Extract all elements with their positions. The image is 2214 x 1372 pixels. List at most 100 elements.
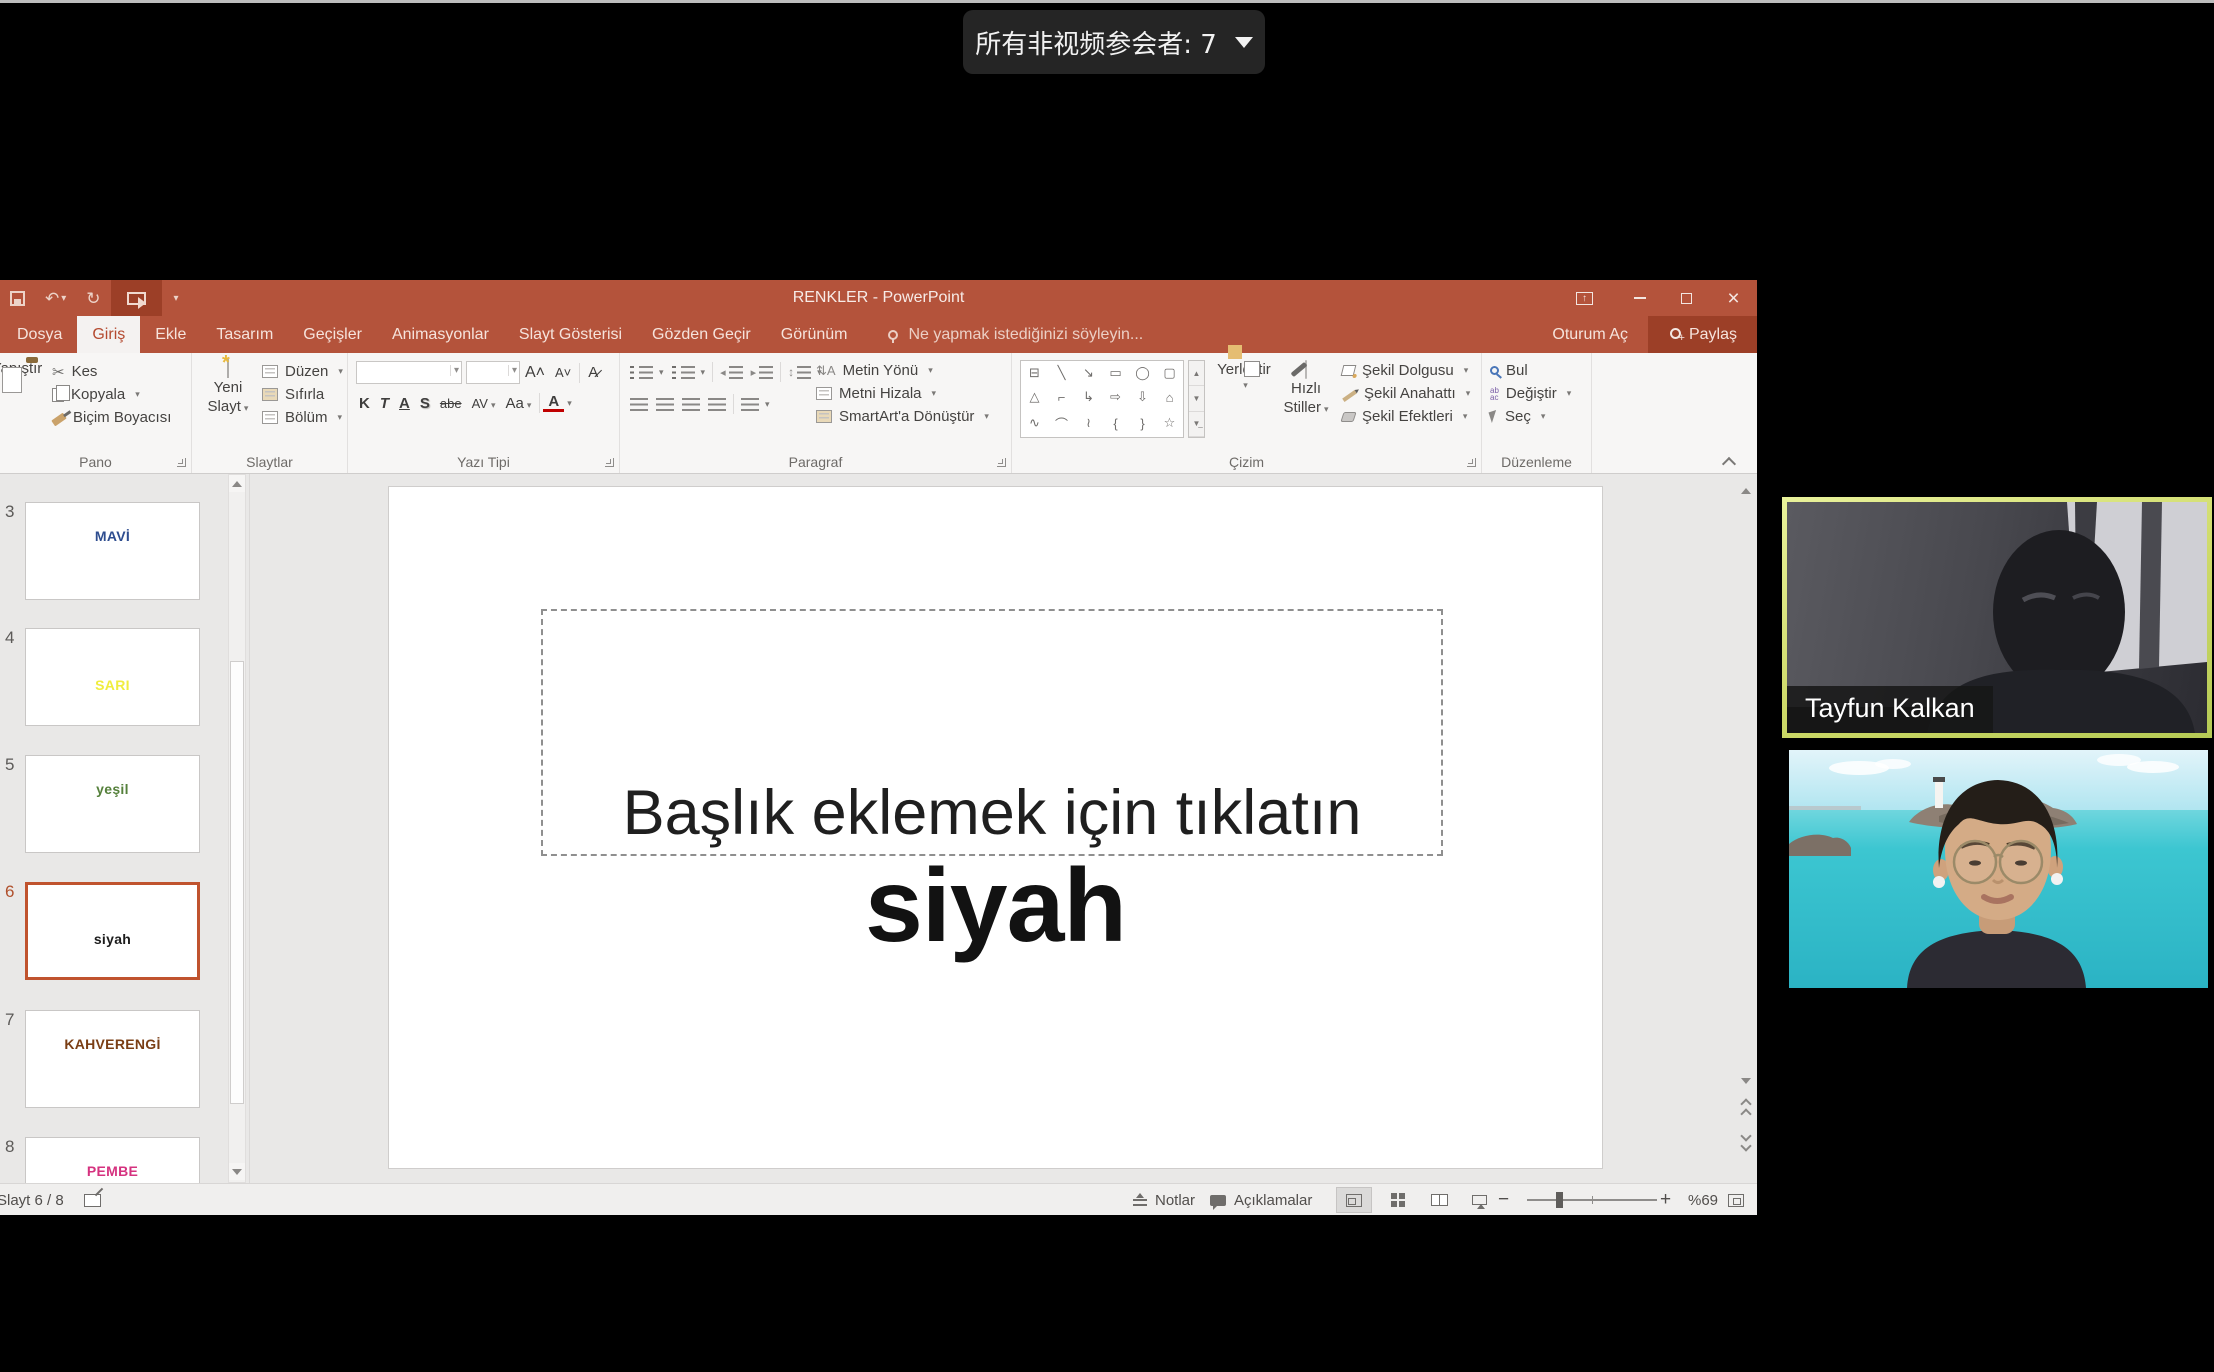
font-name-combo[interactable]	[356, 361, 462, 384]
shape-freeform[interactable]: ⌂	[1156, 385, 1183, 409]
clear-formatting-button[interactable]: A̷	[583, 364, 603, 381]
shape-oval[interactable]: ◯	[1129, 361, 1156, 385]
shape-block-arrow-down[interactable]: ⇩	[1129, 385, 1156, 409]
find-button[interactable]: Bul	[1490, 359, 1571, 382]
slide-thumbnail-3[interactable]: MAVİ	[25, 502, 200, 600]
participants-dropdown-button[interactable]: 所有非视频参会者: 7	[963, 10, 1265, 74]
new-slide-button[interactable]: Yeni Slayt▾	[198, 360, 258, 416]
shape-brace-left[interactable]: {	[1102, 410, 1129, 437]
zoom-in-button[interactable]: +	[1660, 1184, 1671, 1216]
shape-effects-button[interactable]: Şekil Efektleri▾	[1342, 405, 1470, 428]
tab-slayt-gosterisi[interactable]: Slayt Gösterisi	[504, 316, 637, 353]
align-right-button[interactable]	[678, 398, 704, 411]
fit-to-window-button[interactable]	[1728, 1184, 1744, 1216]
italic-button[interactable]: T	[375, 395, 394, 412]
shape-textbox[interactable]: ⊟	[1021, 361, 1048, 385]
zoom-slider-thumb[interactable]	[1556, 1192, 1563, 1208]
font-color-button[interactable]: A	[543, 395, 564, 412]
layout-button[interactable]: Düzen▾	[262, 360, 343, 383]
copy-button[interactable]: Kopyala▾	[52, 383, 171, 406]
convert-smartart-button[interactable]: SmartArt'a Dönüştür▾	[816, 405, 989, 428]
increase-indent-button[interactable]: ▸	[747, 366, 778, 379]
slide-canvas[interactable]: Başlık eklemek için tıklatın siyah	[388, 486, 1603, 1169]
tab-giris[interactable]: Giriş	[77, 316, 140, 353]
scroll-up-button[interactable]	[1735, 480, 1756, 502]
shrink-font-button[interactable]: A˅	[550, 365, 576, 380]
slide-sorter-view-button[interactable]	[1380, 1187, 1416, 1213]
arrange-button[interactable]: Yerleştir ▾	[1215, 361, 1273, 391]
bold-button[interactable]: K	[354, 395, 375, 412]
gallery-scroll-down[interactable]: ▼	[1189, 386, 1204, 411]
change-case-button[interactable]: Aa▾	[501, 395, 537, 412]
dialog-launcher-icon[interactable]	[177, 458, 186, 467]
shape-elbow-arrow[interactable]: ↳	[1075, 385, 1102, 409]
shape-star[interactable]: ☆	[1156, 410, 1183, 437]
normal-view-button[interactable]	[1336, 1187, 1372, 1213]
panel-scroll-down-button[interactable]	[229, 1163, 245, 1180]
paste-button[interactable]: Yapıştır ▾	[0, 360, 46, 390]
tab-gorunum[interactable]: Görünüm	[766, 316, 863, 353]
notes-edit-button[interactable]	[84, 1184, 101, 1216]
shape-rectangle[interactable]: ▭	[1102, 361, 1129, 385]
tab-gecisler[interactable]: Geçişler	[288, 316, 377, 353]
dialog-launcher-icon[interactable]	[997, 458, 1006, 467]
slide-thumbnail-4[interactable]: SARI	[25, 628, 200, 726]
restore-button[interactable]	[1663, 280, 1710, 316]
bullets-button[interactable]: ▾	[626, 366, 668, 379]
character-spacing-button[interactable]: AV▾	[467, 396, 501, 411]
replace-button[interactable]: ab acDeğiştir▾	[1490, 382, 1571, 405]
shape-brace-right[interactable]: }	[1129, 410, 1156, 437]
ribbon-display-options-button[interactable]: ↑	[1569, 280, 1616, 316]
notes-toggle[interactable]: Notlar	[1133, 1184, 1195, 1216]
slide-thumbnail-6-selected[interactable]: siyah	[25, 882, 200, 980]
shape-block-arrow-right[interactable]: ⇨	[1102, 385, 1129, 409]
tab-tasarim[interactable]: Tasarım	[201, 316, 288, 353]
video-tile-participant[interactable]	[1789, 750, 2208, 988]
shape-arc[interactable]: ⌒	[1048, 410, 1075, 437]
tab-animasyonlar[interactable]: Animasyonlar	[377, 316, 504, 353]
tell-me-search[interactable]: Ne yapmak istediğinizi söyleyin...	[888, 316, 1143, 353]
shape-arrow[interactable]: ↘	[1075, 361, 1102, 385]
gallery-scroll-up[interactable]: ▲	[1189, 361, 1204, 386]
zoom-out-button[interactable]: −	[1498, 1184, 1509, 1216]
minimize-button[interactable]	[1616, 280, 1663, 316]
columns-button[interactable]: ▾	[737, 398, 774, 411]
slide-thumbnail-5[interactable]: yeşil	[25, 755, 200, 853]
tab-ekle[interactable]: Ekle	[140, 316, 201, 353]
panel-scroll-up-button[interactable]	[229, 475, 245, 492]
shape-line[interactable]: ╲	[1048, 361, 1075, 385]
share-button[interactable]: Paylaş	[1648, 316, 1757, 353]
align-center-button[interactable]	[652, 398, 678, 411]
zoom-slider-track[interactable]	[1527, 1199, 1657, 1201]
text-shadow-button[interactable]: S	[415, 395, 435, 412]
section-button[interactable]: Bölüm▾	[262, 406, 343, 429]
format-painter-button[interactable]: Biçim Boyacısı	[52, 406, 171, 429]
decrease-indent-button[interactable]: ◂	[716, 366, 747, 379]
align-text-button[interactable]: Metni Hizala▾	[816, 382, 989, 405]
panel-scrollbar-thumb[interactable]	[230, 661, 244, 1104]
shape-elbow[interactable]: ⌐	[1048, 385, 1075, 409]
numbering-button[interactable]: ▾	[668, 366, 710, 379]
zoom-level[interactable]: %69	[1688, 1184, 1718, 1216]
shape-scribble[interactable]: ∿	[1021, 410, 1048, 437]
slide-body-text[interactable]: siyah	[389, 847, 1602, 966]
underline-button[interactable]: A	[394, 395, 415, 412]
slide-thumbnail-8[interactable]: PEMBE	[25, 1137, 200, 1183]
font-size-combo[interactable]	[466, 361, 520, 384]
grow-font-button[interactable]: A˄	[520, 364, 550, 382]
comments-toggle[interactable]: Açıklamalar	[1210, 1184, 1312, 1216]
quick-styles-button[interactable]: Hızlı Stiller▾	[1276, 361, 1336, 417]
shape-fill-button[interactable]: Şekil Dolgusu▾	[1342, 359, 1470, 382]
scroll-down-button[interactable]	[1735, 1070, 1756, 1092]
reading-view-button[interactable]	[1421, 1187, 1457, 1213]
strikethrough-button[interactable]: abe	[435, 396, 467, 411]
reset-button[interactable]: Sıfırla	[262, 383, 343, 406]
video-tile-active-speaker[interactable]: Tayfun Kalkan	[1782, 497, 2212, 738]
previous-slide-button[interactable]	[1735, 1098, 1756, 1120]
tab-gozden-gecir[interactable]: Gözden Geçir	[637, 316, 766, 353]
align-left-button[interactable]	[626, 398, 652, 411]
shape-curve[interactable]: ≀	[1075, 410, 1102, 437]
collapse-ribbon-button[interactable]	[1723, 457, 1735, 465]
tab-dosya[interactable]: Dosya	[2, 316, 77, 353]
gallery-more-button[interactable]: ▼̲	[1189, 412, 1204, 437]
